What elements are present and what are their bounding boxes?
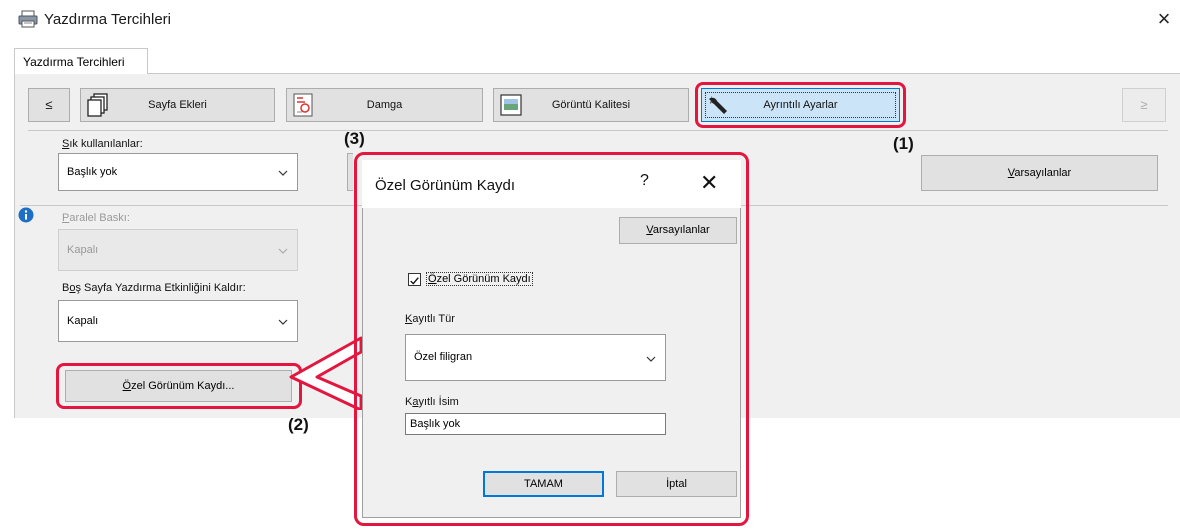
favorites-label: Sık kullanılanlar: xyxy=(62,138,143,150)
window-title: Yazdırma Tercihleri xyxy=(44,11,171,28)
defaults-button[interactable]: Varsayılanlar xyxy=(921,155,1158,191)
screenshot-stage: Yazdırma Tercihleri × Yazdırma Tercihler… xyxy=(0,0,1180,529)
close-icon[interactable]: × xyxy=(1151,6,1177,32)
scroll-right-button[interactable]: ≥ xyxy=(1122,88,1166,122)
callout-2: (2) xyxy=(288,415,309,434)
defaults-button-rest: arsayılanlar xyxy=(1014,167,1072,179)
parallel-print-select: Kapalı xyxy=(58,229,298,271)
blank-page-value: Kapalı xyxy=(67,315,99,327)
chevron-down-icon xyxy=(278,170,288,176)
tab-button-stamp[interactable]: Damga xyxy=(286,88,483,122)
title-bar xyxy=(0,0,1180,40)
blank-page-select[interactable]: Kapalı xyxy=(58,300,298,342)
tab-button-label: Sayfa Ekleri xyxy=(148,99,207,111)
tab-button-label: Görüntü Kalitesi xyxy=(551,99,631,111)
favorites-label-rest: ık kullanılanlar: xyxy=(69,138,143,150)
divider xyxy=(28,130,1168,131)
callout-3: (3) xyxy=(344,129,365,148)
parallel-print-value: Kapalı xyxy=(67,244,99,256)
favorites-select[interactable]: Başlık yok xyxy=(58,153,298,191)
printer-icon xyxy=(18,10,38,28)
highlight-box-dialog xyxy=(354,152,749,526)
tab-button-page-attachments[interactable]: Sayfa Ekleri xyxy=(80,88,275,122)
hidden-button-edge xyxy=(347,153,353,191)
parallel-print-label-rest: aralel Baskı: xyxy=(69,212,130,224)
chevron-down-icon xyxy=(278,248,288,254)
highlight-box-advanced xyxy=(695,82,906,128)
highlight-box-custom-registration xyxy=(56,363,302,409)
tab-button-image-quality[interactable]: Görüntü Kalitesi xyxy=(493,88,689,122)
blank-page-label: Boş Sayfa Yazdırma Etkinliğini Kaldır: xyxy=(62,282,246,294)
blank-page-label-rest: ş Sayfa Yazdırma Etkinliğini Kaldır: xyxy=(75,282,246,294)
callout-connector xyxy=(289,336,363,410)
tab-print-preferences[interactable]: Yazdırma Tercihleri xyxy=(14,48,148,74)
callout-1: (1) xyxy=(893,134,914,153)
favorites-value: Başlık yok xyxy=(67,166,118,178)
chevron-down-icon xyxy=(278,319,288,325)
tab-button-label: Damga xyxy=(366,99,403,111)
scroll-left-button[interactable]: ≤ xyxy=(28,88,70,122)
parallel-print-label: Paralel Baskı: xyxy=(62,212,130,224)
info-icon xyxy=(18,207,34,223)
